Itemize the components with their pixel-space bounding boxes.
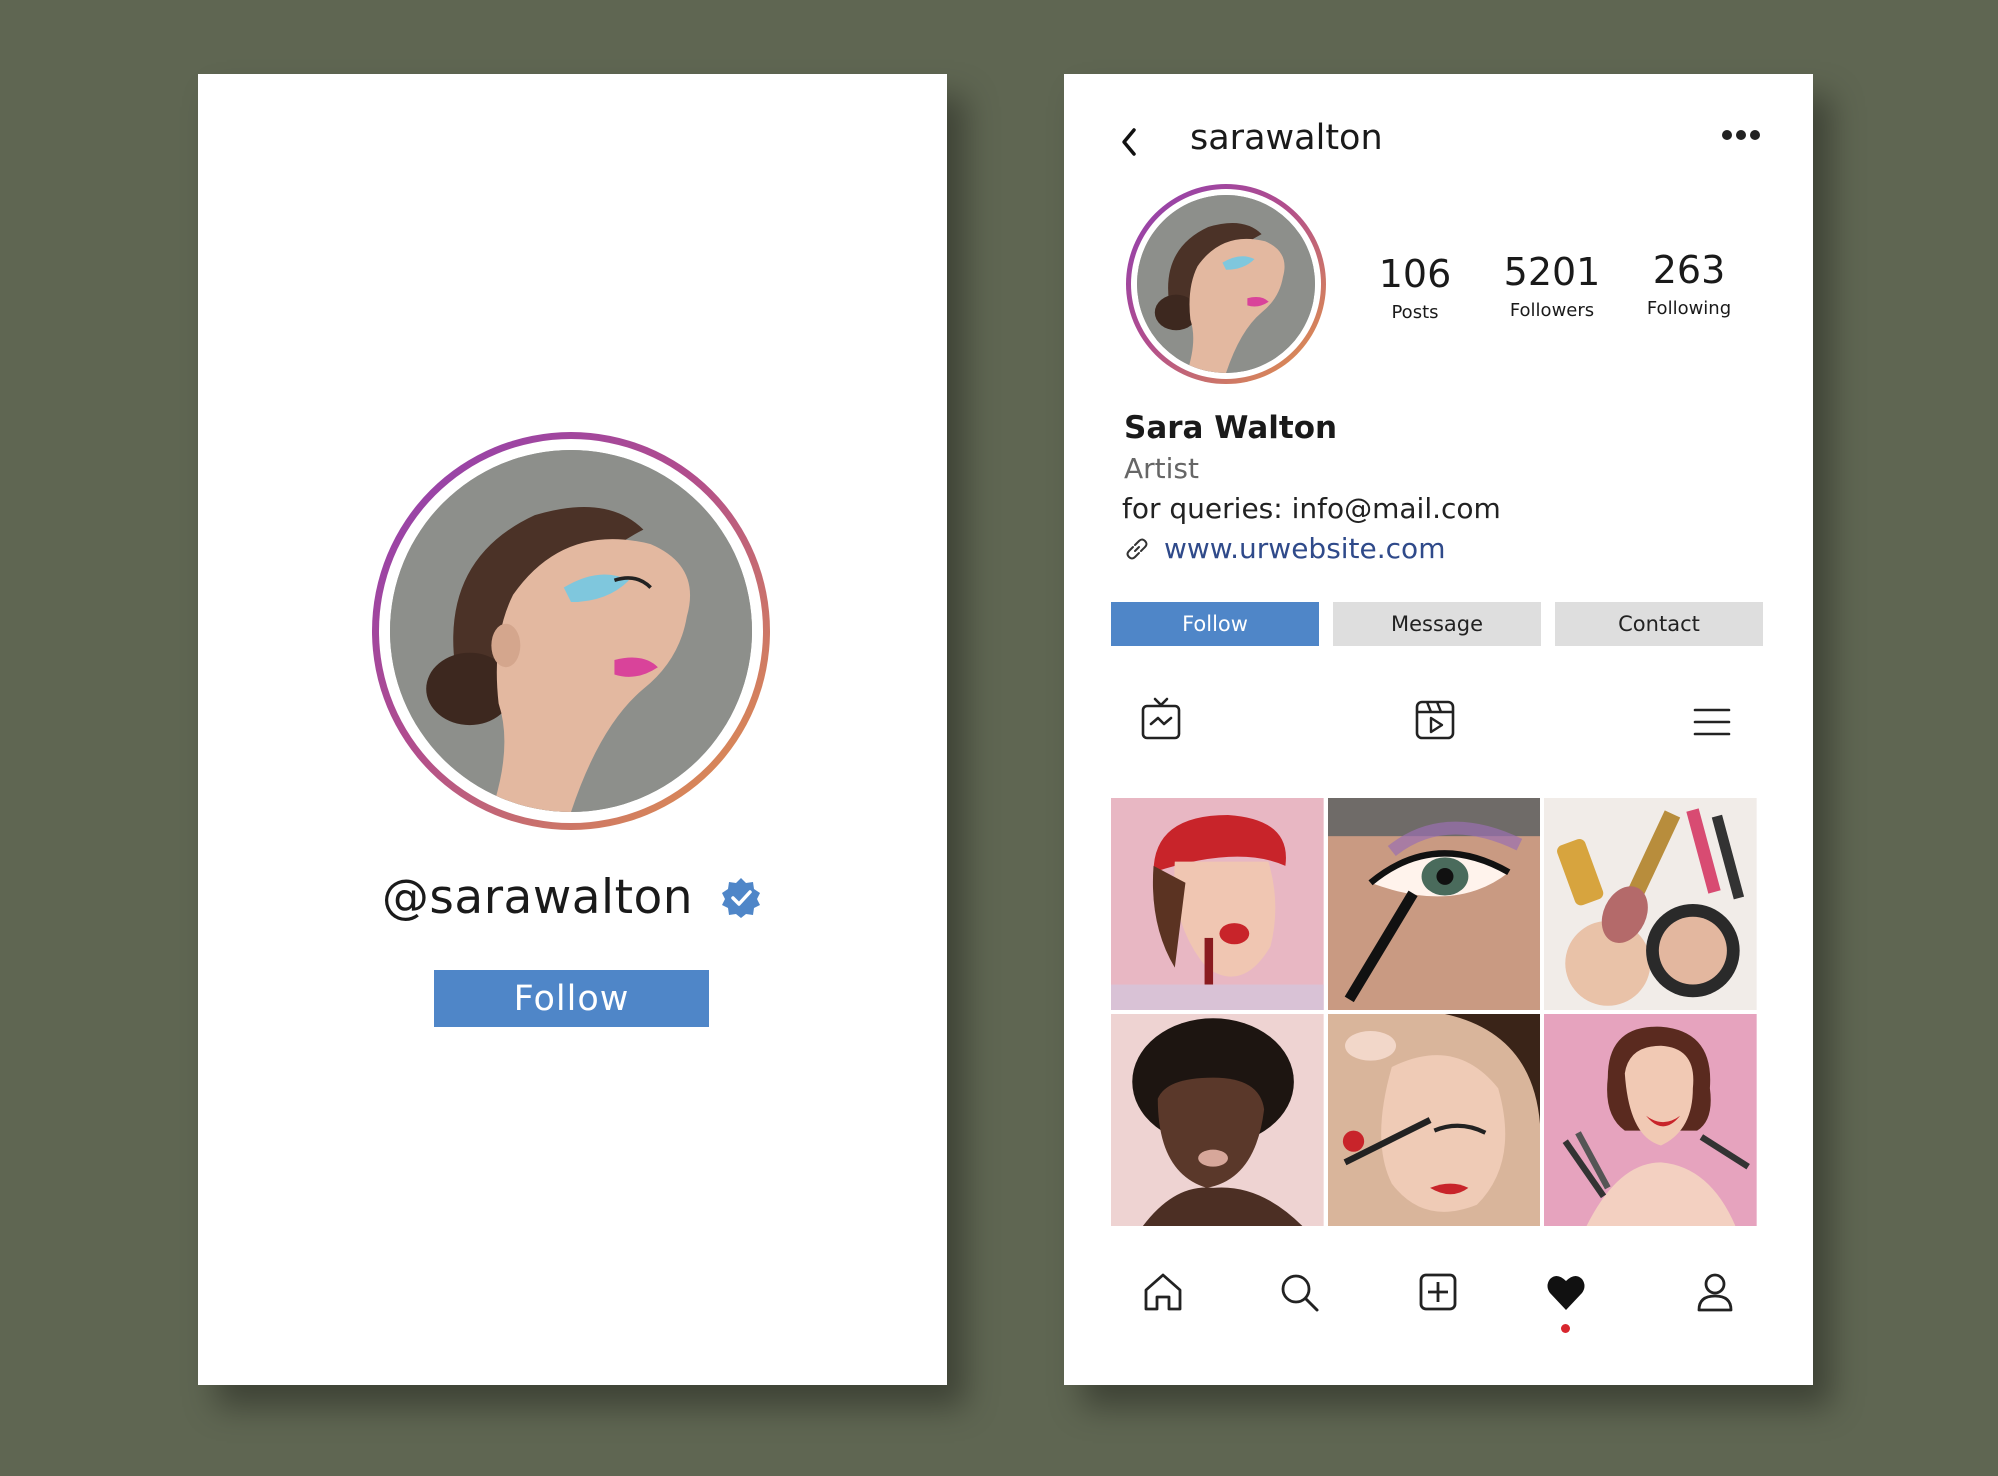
profile-avatar-ring[interactable] [372,432,770,830]
post-thumbnail-brushes-woman[interactable] [1544,1014,1757,1226]
stat-followers[interactable]: 5201 Followers [1487,250,1617,321]
stat-posts[interactable]: 106 Posts [1350,252,1480,323]
bottom-navigation [1064,1270,1813,1350]
post-grid [1111,798,1757,1226]
posts-label: Posts [1391,302,1439,323]
list-icon[interactable] [1691,702,1733,748]
profile-contact: for queries: info@mail.com [1122,492,1501,525]
followers-count: 5201 [1503,250,1601,294]
portrait-illustration [1137,195,1315,373]
post-thumbnail-eyeliner[interactable] [1327,1014,1541,1226]
following-label: Following [1646,298,1732,319]
profile-icon[interactable] [1693,1270,1737,1314]
posts-count: 106 [1378,252,1452,296]
profile-avatar-ring[interactable] [1126,184,1326,384]
header-username: sarawalton [1190,118,1383,158]
post-thumbnail-mascara[interactable] [1327,798,1541,1010]
profile-avatar [390,450,752,812]
reels-icon[interactable] [1414,696,1456,742]
message-button[interactable]: Message [1333,602,1541,646]
add-post-icon[interactable] [1416,1270,1460,1314]
home-icon[interactable] [1141,1270,1185,1314]
website-row: www.urwebsite.com [1122,532,1445,565]
search-icon[interactable] [1277,1270,1321,1314]
follow-button[interactable]: Follow [434,970,709,1027]
stat-following[interactable]: 263 Following [1624,248,1754,319]
back-arrow-icon[interactable] [1114,122,1144,162]
handle-row: @sarawalton [198,870,947,925]
profile-role: Artist [1124,452,1199,485]
igtv-icon[interactable] [1140,696,1182,742]
heart-icon[interactable] [1544,1270,1588,1314]
mockup-stage: @sarawalton Follow sarawalton 106 Posts … [0,0,1998,1476]
story-profile-screen: @sarawalton Follow [198,74,947,1385]
profile-handle[interactable]: @sarawalton [382,870,693,925]
post-thumbnail-afro-woman[interactable] [1111,1014,1324,1226]
link-icon [1122,534,1152,564]
follow-button[interactable]: Follow [1111,602,1319,646]
following-count: 263 [1652,248,1726,292]
post-thumbnail-red-beret[interactable] [1111,798,1324,1010]
website-link[interactable]: www.urwebsite.com [1164,532,1445,565]
portrait-illustration [390,450,752,812]
profile-screen: sarawalton 106 Posts 5201 Followers 263 … [1064,74,1813,1385]
contact-button[interactable]: Contact [1555,602,1763,646]
more-options-icon[interactable] [1719,124,1763,146]
verified-badge-icon [719,876,763,920]
notification-dot [1561,1324,1570,1333]
profile-name: Sara Walton [1124,410,1338,446]
followers-label: Followers [1509,300,1595,321]
profile-avatar [1137,195,1315,373]
post-thumbnail-makeup-products[interactable] [1544,798,1757,1010]
